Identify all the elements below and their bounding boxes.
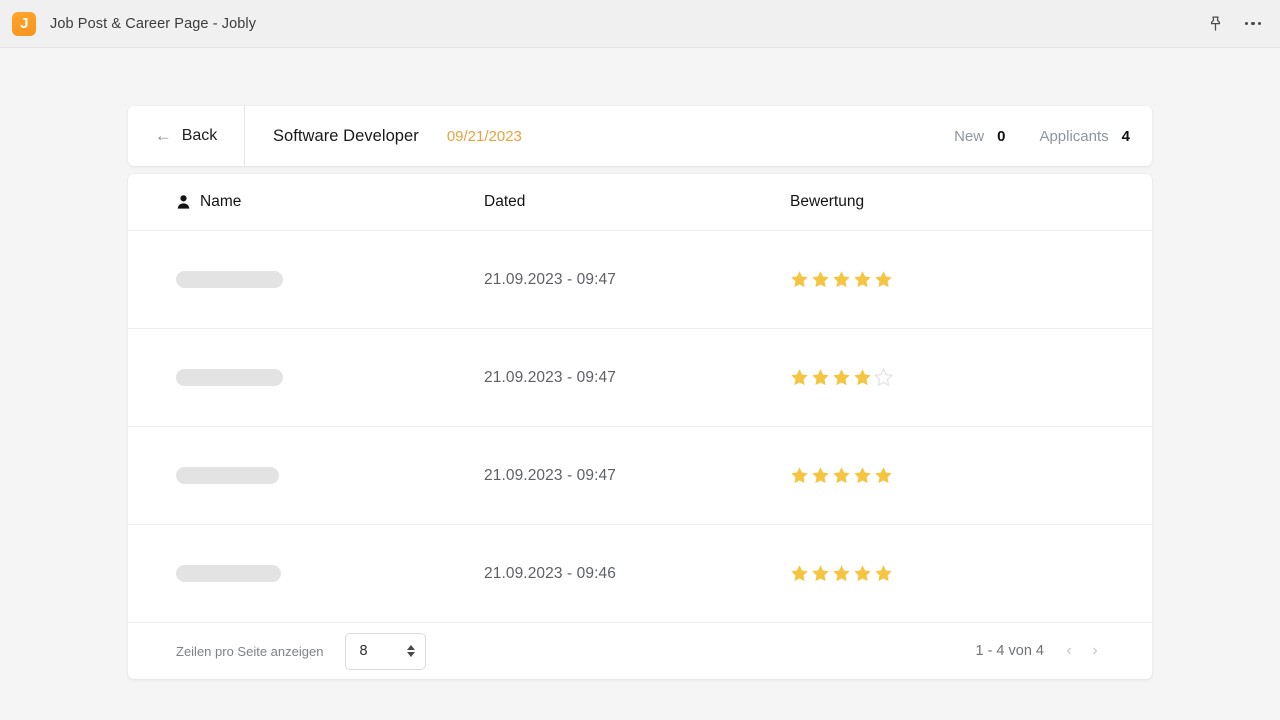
table-footer: Zeilen pro Seite anzeigen 8 1 - 4 von 4 …: [128, 623, 1152, 679]
rows-per-page-value: 8: [359, 643, 368, 659]
applicant-name-redacted: [176, 565, 281, 582]
stat-applicants-value: 4: [1121, 127, 1130, 145]
cell-bewertung: [790, 564, 1104, 583]
column-header-bewertung-label: Bewertung: [790, 193, 865, 210]
cell-name: [176, 565, 484, 582]
table-row[interactable]: 21.09.2023 - 09:47: [128, 329, 1152, 427]
column-header-name-label: Name: [200, 193, 242, 210]
rows-per-page-label: Zeilen pro Seite anzeigen: [176, 643, 324, 659]
cell-name: [176, 467, 484, 484]
window-title: Job Post & Career Page - Jobly: [50, 15, 257, 32]
header-spacer: [522, 106, 954, 166]
applicant-name-redacted: [176, 467, 279, 484]
rows-per-page-select[interactable]: 8: [345, 632, 427, 670]
chevron-left-icon[interactable]: ‹: [1060, 640, 1078, 662]
back-button[interactable]: ← Back: [128, 106, 245, 166]
app-icon-glyph: J: [20, 14, 28, 32]
window-titlebar: J Job Post & Career Page - Jobly: [0, 0, 1280, 48]
column-header-name[interactable]: Name: [176, 193, 484, 211]
page-title: Software Developer: [273, 126, 419, 145]
person-icon: [176, 194, 191, 210]
table-body: 21.09.2023 - 09:47 21.09.2023 - 09:47 21.0…: [128, 231, 1152, 623]
titlebar-actions: [1202, 11, 1266, 37]
stepper-arrows-icon: [407, 645, 416, 657]
chevron-right-icon[interactable]: ›: [1086, 640, 1104, 662]
rating-stars[interactable]: [790, 368, 1104, 387]
back-button-label: Back: [181, 127, 218, 144]
job-post-date: 09/21/2023: [446, 127, 522, 145]
job-header-card: ← Back Software Developer 09/21/2023 New…: [128, 106, 1152, 166]
applicant-name-redacted: [176, 271, 283, 288]
jobly-app-icon: J: [12, 11, 36, 36]
column-header-dated-label: Dated: [484, 193, 526, 210]
cell-dated: 21.09.2023 - 09:46: [484, 564, 616, 582]
stat-new[interactable]: New 0: [954, 106, 1005, 166]
table-row[interactable]: 21.09.2023 - 09:47: [128, 427, 1152, 525]
more-options-icon[interactable]: [1240, 11, 1266, 37]
table-row[interactable]: 21.09.2023 - 09:47: [128, 231, 1152, 329]
applicants-table-card: Name Dated Bewertung 21.09.2023 - 09:47 2…: [128, 174, 1152, 679]
cell-name: [176, 369, 484, 386]
arrow-left-icon: ←: [154, 126, 172, 145]
applicant-name-redacted: [176, 369, 283, 386]
cell-bewertung: [790, 368, 1104, 387]
cell-dated: 21.09.2023 - 09:47: [484, 466, 616, 484]
column-header-dated[interactable]: Dated: [484, 193, 790, 211]
pagination-controls: ‹ ›: [1060, 640, 1104, 662]
cell-dated: 21.09.2023 - 09:47: [484, 368, 616, 386]
page-body: ← Back Software Developer 09/21/2023 New…: [0, 48, 1280, 720]
pin-icon[interactable]: [1202, 11, 1228, 37]
stat-applicants[interactable]: Applicants 4: [1039, 106, 1130, 166]
table-header-row: Name Dated Bewertung: [128, 174, 1152, 231]
rating-stars[interactable]: [790, 564, 1104, 583]
cell-name: [176, 271, 484, 288]
cell-bewertung: [790, 466, 1104, 485]
content-wrapper: ← Back Software Developer 09/21/2023 New…: [128, 58, 1152, 679]
rating-stars[interactable]: [790, 466, 1104, 485]
column-header-bewertung[interactable]: Bewertung: [790, 193, 1104, 211]
stat-new-value: 0: [997, 127, 1006, 145]
table-row[interactable]: 21.09.2023 - 09:46: [128, 525, 1152, 623]
pagination-range: 1 - 4 von 4: [975, 643, 1044, 659]
cell-dated: 21.09.2023 - 09:47: [484, 270, 616, 288]
stat-applicants-label: Applicants: [1039, 127, 1109, 145]
more-dots: [1244, 21, 1262, 26]
stat-new-label: New: [954, 127, 985, 145]
rating-stars[interactable]: [790, 270, 1104, 289]
cell-bewertung: [790, 270, 1104, 289]
